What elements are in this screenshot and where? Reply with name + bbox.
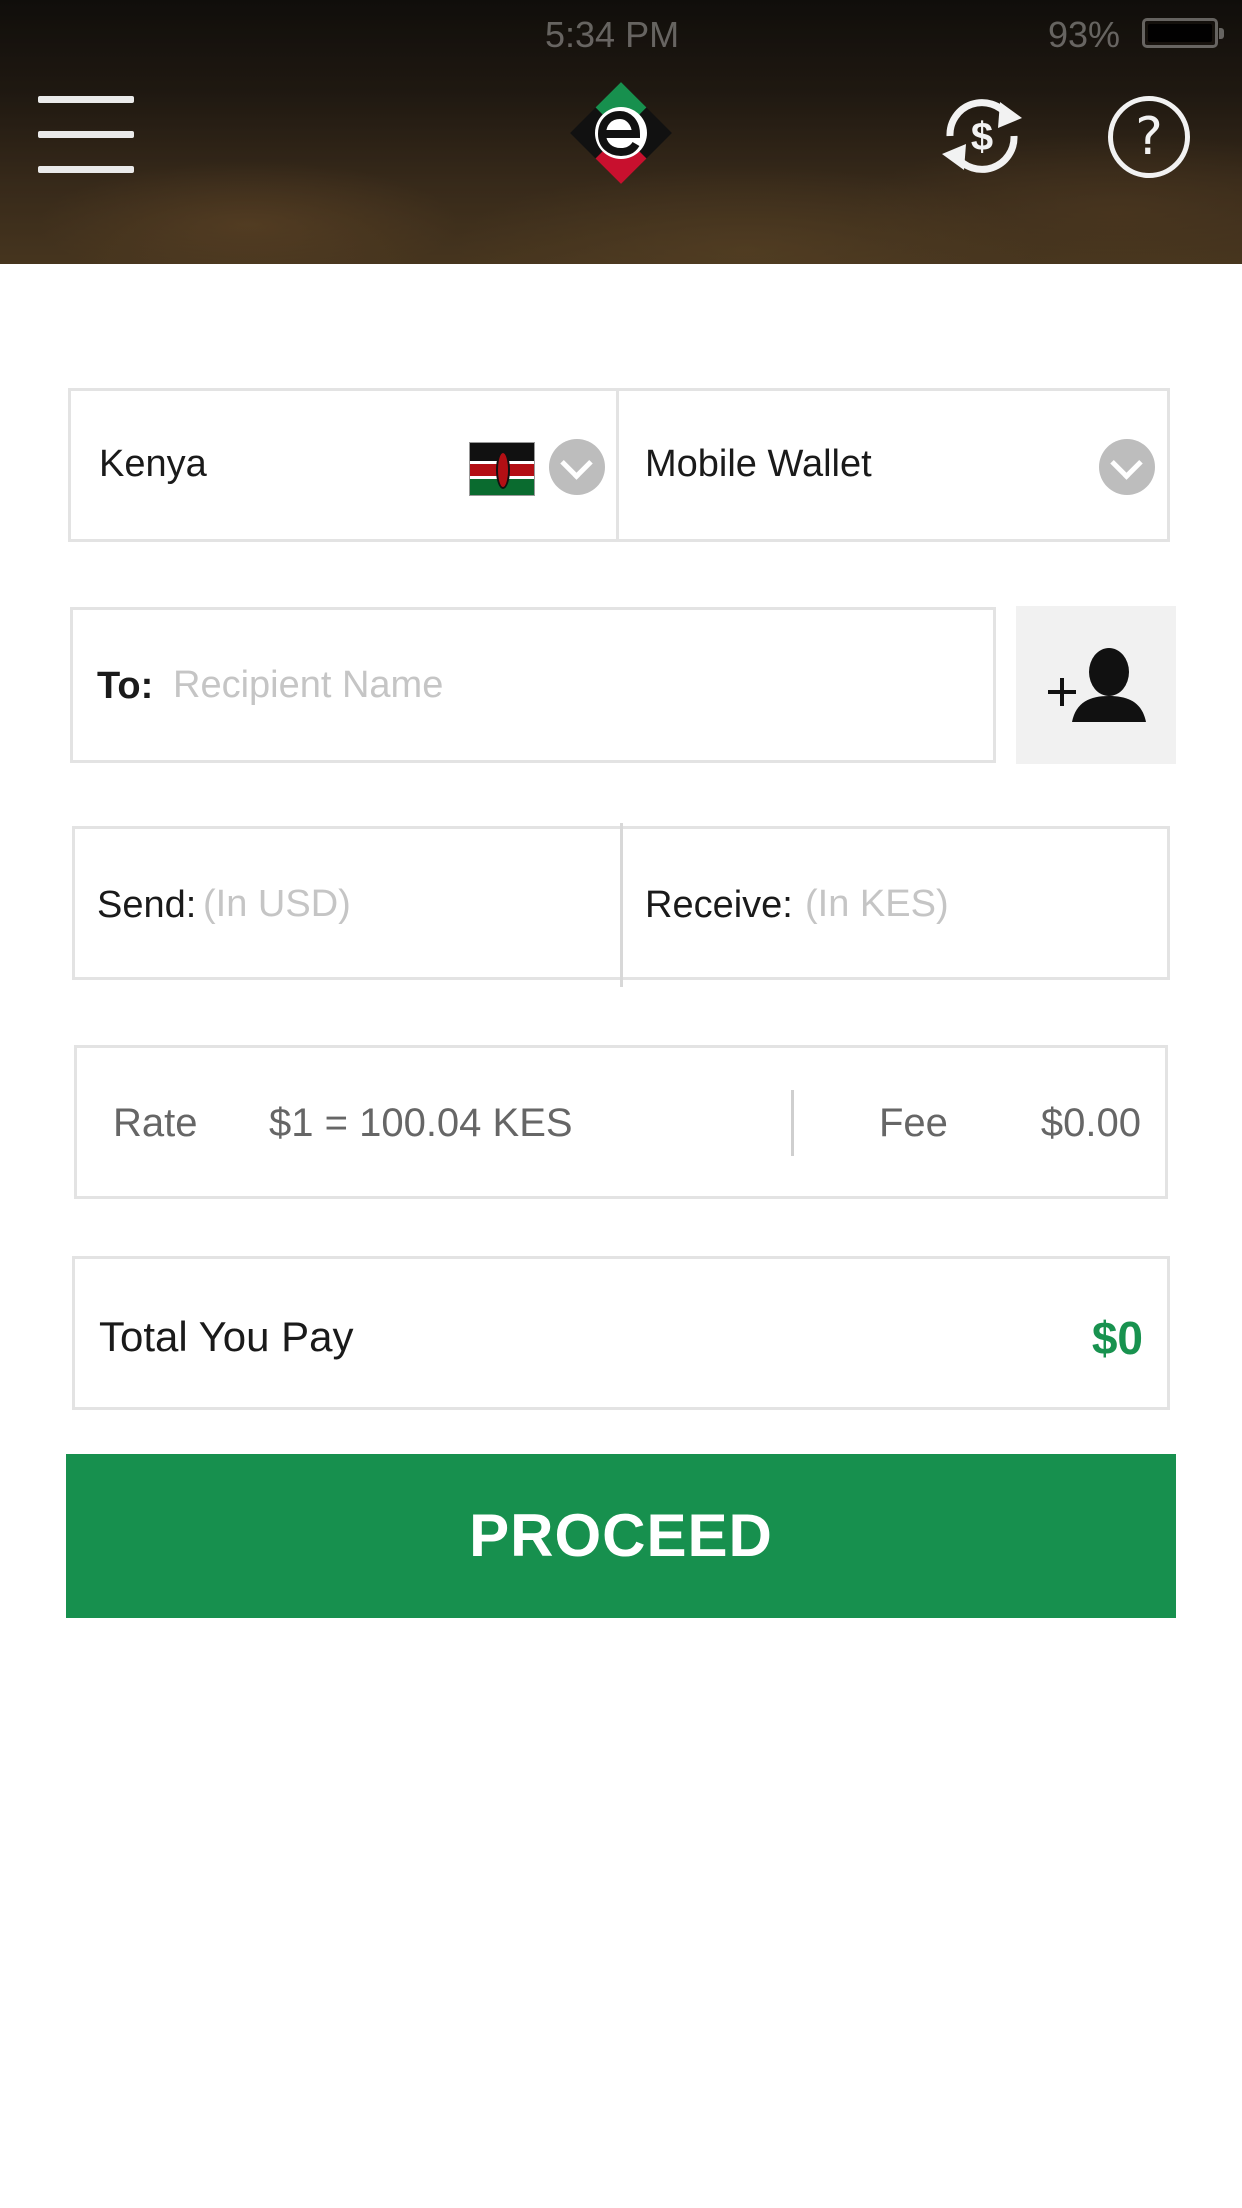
currency-exchange-icon[interactable]: $ — [930, 88, 1034, 184]
chevron-down-icon — [1099, 439, 1155, 495]
divider — [791, 1090, 794, 1156]
total-value: $0 — [1091, 1312, 1143, 1364]
svg-text:$: $ — [971, 115, 993, 159]
send-amount-input[interactable] — [203, 869, 603, 939]
country-dropdown[interactable]: Kenya — [71, 391, 616, 539]
app-header: 5:34 PM 93% $ ? — [0, 0, 1242, 264]
add-contact-icon — [1048, 648, 1146, 722]
proceed-button[interactable]: PROCEED — [66, 1454, 1176, 1618]
recipient-label: To: — [97, 665, 154, 707]
amount-fields: Send: Receive: — [72, 823, 1170, 987]
receive-field: Receive: — [623, 829, 1167, 977]
rate-label: Rate — [113, 1101, 198, 1145]
rate-fee-panel: Rate $1 = 100.04 KES Fee $0.00 — [74, 1045, 1168, 1199]
destination-selector: Kenya Mobile Wallet — [68, 388, 1170, 542]
status-time: 5:34 PM — [545, 14, 680, 55]
fee-label: Fee — [879, 1101, 948, 1145]
rate-value: $1 = 100.04 KES — [269, 1101, 573, 1145]
hamburger-menu-icon[interactable] — [38, 96, 134, 178]
receive-amount-input[interactable] — [805, 869, 1155, 939]
send-field: Send: — [75, 829, 620, 977]
total-panel: Total You Pay $0 — [72, 1256, 1170, 1410]
method-dropdown[interactable]: Mobile Wallet — [619, 391, 1167, 539]
method-label: Mobile Wallet — [645, 443, 872, 485]
receive-label: Receive: — [645, 884, 793, 926]
fee-value: $0.00 — [1040, 1101, 1141, 1145]
country-label: Kenya — [99, 443, 207, 485]
send-label: Send: — [97, 884, 197, 926]
battery-percentage: 93% — [1048, 14, 1121, 55]
kenya-flag-icon — [469, 442, 535, 496]
total-label: Total You Pay — [99, 1313, 354, 1360]
app-logo — [570, 82, 672, 184]
recipient-name-input[interactable] — [173, 650, 963, 720]
recipient-field: To: — [70, 607, 996, 763]
battery-icon — [1142, 18, 1224, 48]
add-contact-button[interactable] — [1016, 606, 1176, 764]
status-bar: 5:34 PM 93% — [0, 14, 1242, 55]
chevron-down-icon — [549, 439, 605, 495]
help-icon[interactable]: ? — [1108, 96, 1190, 178]
